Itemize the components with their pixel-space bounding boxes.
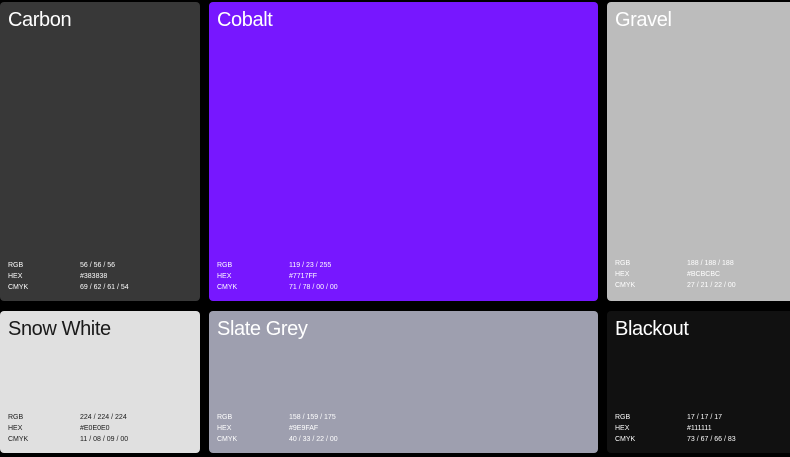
spec-row-cmyk: CMYK 27 / 21 / 22 / 00 bbox=[615, 280, 736, 291]
spec-label: CMYK bbox=[217, 436, 238, 443]
spec-row-hex: HEX #111111 bbox=[615, 423, 736, 434]
color-specs: RGB 17 / 17 / 17 HEX #111111 CMYK 73 / 6… bbox=[615, 412, 736, 445]
spec-label: HEX bbox=[615, 425, 630, 432]
spec-value: 69 / 62 / 61 / 54 bbox=[80, 284, 129, 291]
spec-row-rgb: RGB 119 / 23 / 255 bbox=[217, 260, 338, 271]
spec-value: #9E9FAF bbox=[289, 425, 319, 432]
spec-label: RGB bbox=[217, 262, 233, 269]
spec-row-cmyk: CMYK 11 / 08 / 09 / 00 bbox=[8, 434, 128, 445]
spec-row-hex: HEX #E0E0E0 bbox=[8, 423, 128, 434]
spec-value: 27 / 21 / 22 / 00 bbox=[687, 282, 736, 289]
spec-value: #7717FF bbox=[289, 273, 318, 280]
spec-row-rgb: RGB 56 / 56 / 56 bbox=[8, 260, 129, 271]
spec-value: 119 / 23 / 255 bbox=[289, 262, 332, 269]
swatch-title: Snow White bbox=[8, 318, 111, 340]
color-specs: RGB 119 / 23 / 255 HEX #7717FF CMYK 71 /… bbox=[217, 260, 338, 293]
spec-label: CMYK bbox=[8, 436, 29, 443]
spec-value: #383838 bbox=[80, 273, 108, 280]
spec-label: CMYK bbox=[615, 282, 636, 289]
spec-row-rgb: RGB 188 / 188 / 188 bbox=[615, 258, 736, 269]
spec-value: 73 / 67 / 66 / 83 bbox=[687, 436, 736, 443]
color-specs: RGB 224 / 224 / 224 HEX #E0E0E0 CMYK 11 … bbox=[8, 412, 128, 445]
spec-label: HEX bbox=[217, 425, 232, 432]
spec-row-rgb: RGB 224 / 224 / 224 bbox=[8, 412, 128, 423]
spec-label: RGB bbox=[8, 414, 24, 421]
swatch-title: Carbon bbox=[8, 9, 72, 31]
swatch-title: Blackout bbox=[615, 318, 689, 340]
spec-row-rgb: RGB 158 / 159 / 175 bbox=[217, 412, 338, 423]
swatch-title: Cobalt bbox=[217, 9, 273, 31]
spec-row-hex: HEX #7717FF bbox=[217, 271, 338, 282]
spec-label: RGB bbox=[615, 260, 631, 267]
swatch-title: Gravel bbox=[615, 9, 672, 31]
spec-label: HEX bbox=[217, 273, 232, 280]
spec-label: HEX bbox=[8, 273, 23, 280]
spec-value: 56 / 56 / 56 bbox=[80, 262, 116, 269]
spec-value: 11 / 08 / 09 / 00 bbox=[80, 436, 129, 443]
swatch-slate-grey: Slate Grey RGB 158 / 159 / 175 HEX #9E9F… bbox=[209, 311, 598, 453]
swatch-blackout: Blackout RGB 17 / 17 / 17 HEX #111111 CM… bbox=[607, 311, 790, 453]
spec-label: RGB bbox=[8, 262, 24, 269]
swatch-title: Slate Grey bbox=[217, 318, 308, 340]
spec-row-cmyk: CMYK 71 / 78 / 00 / 00 bbox=[217, 282, 338, 293]
spec-value: #E0E0E0 bbox=[80, 425, 110, 432]
spec-value: 71 / 78 / 00 / 00 bbox=[289, 284, 338, 291]
spec-row-cmyk: CMYK 73 / 67 / 66 / 83 bbox=[615, 434, 736, 445]
spec-label: RGB bbox=[615, 414, 631, 421]
spec-value: #111111 bbox=[687, 425, 712, 432]
swatch-snow-white: Snow White RGB 224 / 224 / 224 HEX #E0E0… bbox=[0, 311, 200, 453]
swatch-gravel: Gravel RGB 188 / 188 / 188 HEX #BCBCBC C… bbox=[607, 2, 790, 301]
color-specs: RGB 158 / 159 / 175 HEX #9E9FAF CMYK 40 … bbox=[217, 412, 338, 445]
spec-value: 224 / 224 / 224 bbox=[80, 414, 127, 421]
color-specs: RGB 56 / 56 / 56 HEX #383838 CMYK 69 / 6… bbox=[8, 260, 129, 293]
spec-row-hex: HEX #9E9FAF bbox=[217, 423, 338, 434]
spec-row-rgb: RGB 17 / 17 / 17 bbox=[615, 412, 736, 423]
spec-row-cmyk: CMYK 69 / 62 / 61 / 54 bbox=[8, 282, 129, 293]
spec-label: CMYK bbox=[217, 284, 238, 291]
spec-row-hex: HEX #BCBCBC bbox=[615, 269, 736, 280]
spec-value: 158 / 159 / 175 bbox=[289, 414, 336, 421]
spec-row-cmyk: CMYK 40 / 33 / 22 / 00 bbox=[217, 434, 338, 445]
color-specs: RGB 188 / 188 / 188 HEX #BCBCBC CMYK 27 … bbox=[615, 258, 736, 291]
swatch-cobalt: Cobalt RGB 119 / 23 / 255 HEX #7717FF CM… bbox=[209, 2, 598, 301]
spec-label: HEX bbox=[615, 271, 630, 278]
spec-value: 40 / 33 / 22 / 00 bbox=[289, 436, 338, 443]
spec-label: CMYK bbox=[615, 436, 636, 443]
spec-row-hex: HEX #383838 bbox=[8, 271, 129, 282]
swatch-carbon: Carbon RGB 56 / 56 / 56 HEX #383838 CMYK… bbox=[0, 2, 200, 301]
spec-label: RGB bbox=[217, 414, 233, 421]
spec-label: HEX bbox=[8, 425, 23, 432]
spec-label: CMYK bbox=[8, 284, 29, 291]
spec-value: #BCBCBC bbox=[687, 271, 721, 278]
spec-value: 17 / 17 / 17 bbox=[687, 414, 723, 421]
spec-value: 188 / 188 / 188 bbox=[687, 260, 734, 267]
